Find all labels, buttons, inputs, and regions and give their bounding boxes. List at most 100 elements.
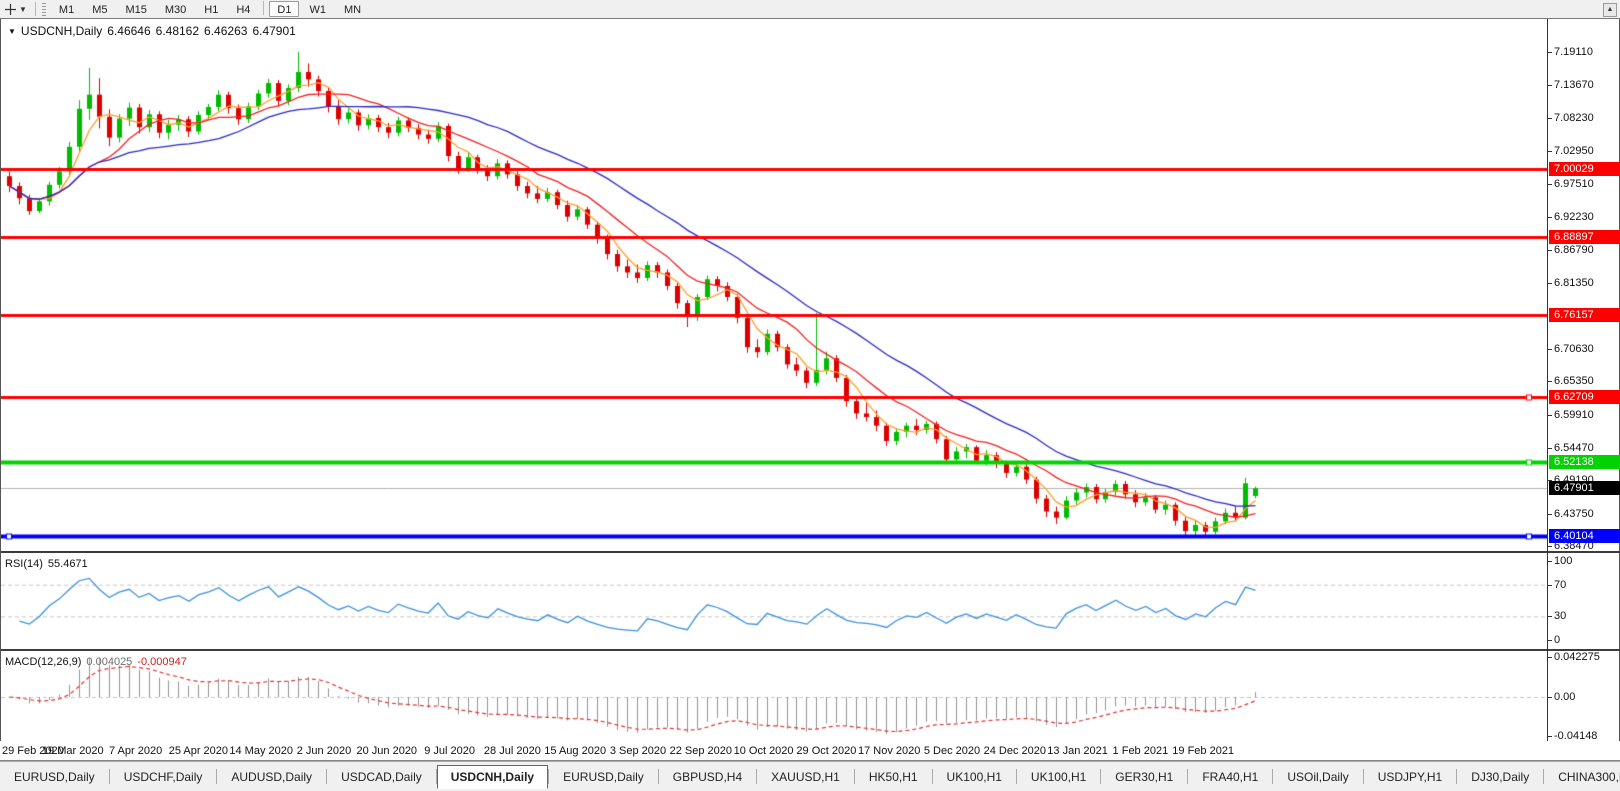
chart-tab-usdcnh-daily[interactable]: USDCNH,Daily <box>437 765 548 789</box>
chart-tab-uk100-h1[interactable]: UK100,H1 <box>1017 765 1100 789</box>
timeframe-buttons: M1M5M15M30H1H4 D1W1MN <box>50 1 370 17</box>
date-axis-label: 25 Apr 2020 <box>169 745 228 757</box>
timeframe-button-m1[interactable]: M1 <box>51 1 82 17</box>
axis-tick <box>1547 283 1552 284</box>
price-axis-border <box>1547 19 1548 741</box>
chart-tab-uk100-h1[interactable]: UK100,H1 <box>933 765 1016 789</box>
window-menu-icon[interactable]: ▼ <box>8 27 16 36</box>
axis-tick <box>1547 118 1552 119</box>
macd-name: MACD(12,26,9) <box>5 656 81 668</box>
rsi-axis-label: 70 <box>1554 579 1566 591</box>
macd-axis-label: 0.042275 <box>1554 651 1600 663</box>
hline-price-tag: 6.62709 <box>1549 390 1620 404</box>
date-axis-label: 17 Nov 2020 <box>858 745 920 757</box>
axis-tick <box>1547 448 1552 449</box>
rsi-axis-label: 30 <box>1554 610 1566 622</box>
low-value: 6.46263 <box>204 24 247 38</box>
rsi-chart-canvas[interactable] <box>1 553 1547 649</box>
timeframe-button-d1[interactable]: D1 <box>269 1 299 17</box>
chart-tab-gbpusd-h4[interactable]: GBPUSD,H4 <box>659 765 756 789</box>
price-axis-label: 6.54470 <box>1554 442 1594 454</box>
timeframe-button-mn[interactable]: MN <box>336 1 369 17</box>
chart-tab-eurusd-daily[interactable]: EURUSD,Daily <box>0 765 109 789</box>
date-axis[interactable]: 29 Feb 202019 Mar 20207 Apr 202025 Apr 2… <box>0 741 1620 761</box>
price-axis-label: 6.97510 <box>1554 178 1594 190</box>
toolbar-drag-handle[interactable] <box>42 3 46 16</box>
timeframe-button-h4[interactable]: H4 <box>228 1 258 17</box>
hline-price-tag: 6.88897 <box>1549 230 1620 244</box>
chart-tab-fra40-h1[interactable]: FRA40,H1 <box>1188 765 1272 789</box>
axis-tick <box>1547 349 1552 350</box>
chevron-down-icon: ▼ <box>19 5 27 14</box>
axis-tick <box>1547 381 1552 382</box>
axis-tick <box>1547 657 1552 658</box>
chart-tab-usdjpy-h1[interactable]: USDJPY,H1 <box>1364 765 1456 789</box>
panel-splitter[interactable] <box>1 649 1620 651</box>
rsi-value: 55.4671 <box>48 558 88 570</box>
open-value: 6.46646 <box>107 24 150 38</box>
chart-tab-bar: EURUSD,DailyUSDCHF,DailyAUDUSD,DailyUSDC… <box>0 761 1620 791</box>
hline-price-tag: 6.76157 <box>1549 308 1620 322</box>
date-axis-label: 7 Apr 2020 <box>109 745 162 757</box>
crosshair-tool-button[interactable]: ▼ <box>0 1 31 18</box>
price-axis-label: 6.81350 <box>1554 277 1594 289</box>
macd-chart-canvas[interactable] <box>1 651 1547 741</box>
chart-tab-xauusd-h1[interactable]: XAUUSD,H1 <box>757 765 854 789</box>
toolbar-overflow-button[interactable]: ▲ <box>1603 3 1617 17</box>
axis-tick <box>1547 415 1552 416</box>
axis-tick <box>1547 250 1552 251</box>
rsi-label: RSI(14) 55.4671 <box>5 558 88 570</box>
rsi-name: RSI(14) <box>5 558 43 570</box>
date-axis-label: 15 Aug 2020 <box>544 745 606 757</box>
date-axis-label: 29 Oct 2020 <box>796 745 856 757</box>
symbol-label: USDCNH,Daily <box>21 24 102 38</box>
chart-tab-usoil-daily[interactable]: USOil,Daily <box>1273 765 1362 789</box>
price-axis-label: 6.65350 <box>1554 375 1594 387</box>
axis-tick <box>1547 514 1552 515</box>
date-axis-label: 14 May 2020 <box>229 745 293 757</box>
date-axis-label: 1 Feb 2021 <box>1113 745 1169 757</box>
chart-title: ▼ USDCNH,Daily 6.46646 6.48162 6.46263 6… <box>8 24 296 38</box>
timeframe-button-m30[interactable]: M30 <box>157 1 194 17</box>
price-chart-canvas[interactable] <box>1 19 1547 551</box>
axis-tick <box>1547 52 1552 53</box>
chart-tab-ger30-h1[interactable]: GER30,H1 <box>1101 765 1187 789</box>
toolbar-separator <box>35 2 36 16</box>
current-price-tag: 6.47901 <box>1549 481 1620 495</box>
price-axis-label: 7.19110 <box>1554 46 1593 58</box>
hline-price-tag: 6.40104 <box>1549 529 1620 543</box>
timeframe-button-m5[interactable]: M5 <box>84 1 115 17</box>
date-axis-label: 19 Feb 2021 <box>1172 745 1234 757</box>
timeframe-button-w1[interactable]: W1 <box>301 1 334 17</box>
axis-tick <box>1547 616 1552 617</box>
date-axis-label: 3 Sep 2020 <box>610 745 666 757</box>
axis-tick <box>1547 697 1552 698</box>
chart-tab-dj30-daily[interactable]: DJ30,Daily <box>1457 765 1543 789</box>
chart-tab-eurusd-daily[interactable]: EURUSD,Daily <box>549 765 658 789</box>
price-axis-label: 6.43750 <box>1554 508 1594 520</box>
price-axis-label: 7.13670 <box>1554 79 1594 91</box>
price-axis-label: 6.70630 <box>1554 343 1594 355</box>
chart-tab-hk50-h1[interactable]: HK50,H1 <box>855 765 932 789</box>
price-axis-label: 7.02950 <box>1554 145 1594 157</box>
chart-tab-usdcad-daily[interactable]: USDCAD,Daily <box>327 765 436 789</box>
chart-tab-audusd-daily[interactable]: AUDUSD,Daily <box>217 765 326 789</box>
panel-splitter[interactable] <box>1 551 1620 553</box>
date-axis-label: 19 Mar 2020 <box>42 745 104 757</box>
chart-tab-china300-h1[interactable]: CHINA300,H1 <box>1544 765 1620 789</box>
date-axis-label: 2 Jun 2020 <box>297 745 351 757</box>
timeframe-button-m15[interactable]: M15 <box>117 1 154 17</box>
crosshair-icon <box>4 3 17 16</box>
axis-tick <box>1547 736 1552 737</box>
date-axis-label: 9 Jul 2020 <box>424 745 475 757</box>
hline-price-tag: 6.52138 <box>1549 455 1620 469</box>
macd-main-value: 0.004025 <box>86 656 132 668</box>
high-value: 6.48162 <box>156 24 199 38</box>
chart-area: ▼ USDCNH,Daily 6.46646 6.48162 6.46263 6… <box>0 19 1620 741</box>
axis-tick <box>1547 85 1552 86</box>
chart-tab-usdchf-daily[interactable]: USDCHF,Daily <box>110 765 217 789</box>
axis-tick <box>1547 561 1552 562</box>
macd-label: MACD(12,26,9) 0.004025 -0.000947 <box>5 656 187 668</box>
timeframe-button-h1[interactable]: H1 <box>196 1 226 17</box>
rsi-axis-label: 100 <box>1554 555 1572 567</box>
